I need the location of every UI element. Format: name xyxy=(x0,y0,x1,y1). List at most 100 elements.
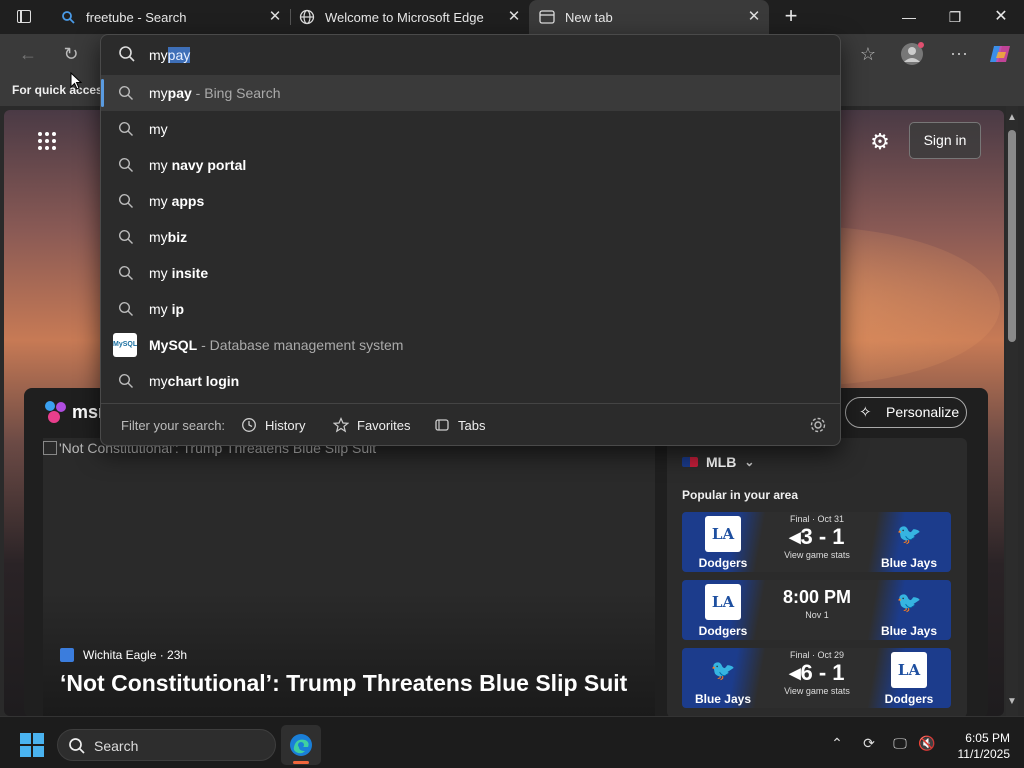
profile-avatar-icon[interactable] xyxy=(900,42,924,66)
game-status: Final · Oct 31 xyxy=(789,514,845,524)
tab-actions-button[interactable] xyxy=(10,7,38,27)
search-icon xyxy=(118,373,134,389)
suggestion-row[interactable]: my navy portal xyxy=(101,147,840,183)
close-tab-icon[interactable]: ✕ xyxy=(268,9,282,24)
close-tab-icon[interactable]: ✕ xyxy=(507,9,521,24)
sparkle-icon: ✧ xyxy=(859,404,872,421)
tabs-icon xyxy=(434,417,450,433)
suggestion-row[interactable]: mypay - Bing Search xyxy=(101,75,840,111)
mlb-logo-icon xyxy=(682,457,698,467)
search-icon xyxy=(60,9,76,25)
suggestion-text: mypay - Bing Search xyxy=(149,85,281,101)
taskbar-search-placeholder: Search xyxy=(94,738,139,754)
show-hidden-icons-chevron-icon[interactable]: ⌃ xyxy=(828,734,846,752)
suggestion-row[interactable]: MySQL MySQL - Database management system xyxy=(101,327,840,363)
game-card[interactable]: 🐦 Blue Jays Final · Oct 29 ◂6 - 1 View game… xyxy=(682,648,951,708)
game-date: Nov 1 xyxy=(805,610,829,620)
dodgers-logo-icon: LA xyxy=(705,584,741,620)
back-arrow-icon[interactable]: ← xyxy=(16,42,40,66)
personalize-button[interactable]: ✧ Personalize xyxy=(845,397,967,428)
page-settings-gear-icon[interactable]: ⚙ xyxy=(868,130,892,154)
refresh-icon[interactable]: ↻ xyxy=(59,42,83,66)
network-icon[interactable]: 🖵 xyxy=(891,734,909,752)
windows-taskbar: Search ⌃ ⟳ 🖵 🔇 6:05 PM 11/1/2025 xyxy=(0,716,1024,768)
league-selector[interactable]: MLB ⌄ xyxy=(682,454,754,470)
suggestion-row[interactable]: mychart login xyxy=(101,363,840,399)
suggestion-text: MySQL - Database management system xyxy=(149,337,404,353)
scroll-down-arrow-icon[interactable]: ▼ xyxy=(1007,696,1017,707)
active-app-indicator xyxy=(293,761,309,764)
search-icon xyxy=(118,45,136,63)
mysql-logo-icon: MySQL xyxy=(113,333,137,357)
search-icon xyxy=(118,193,134,209)
hero-source: Wichita Eagle · 23h xyxy=(60,648,187,662)
scrollbar-thumb[interactable] xyxy=(1008,130,1016,342)
sign-in-button[interactable]: Sign in xyxy=(909,122,981,159)
suggestion-text: my insite xyxy=(149,265,209,281)
blue-jays-logo-icon: 🐦 xyxy=(896,523,922,546)
search-settings-gear-icon[interactable] xyxy=(809,416,827,434)
suggestion-row[interactable]: my insite xyxy=(101,255,840,291)
globe-icon xyxy=(299,9,315,25)
filter-favorites-button[interactable]: Favorites xyxy=(332,417,410,433)
search-icon xyxy=(118,229,134,245)
tab-freetube-search[interactable]: freetube - Search ✕ xyxy=(50,0,290,34)
history-icon xyxy=(241,417,257,433)
clock-date: 11/1/2025 xyxy=(957,747,1011,761)
blue-jays-logo-icon: 🐦 xyxy=(896,591,922,614)
restore-icon[interactable]: ❐ xyxy=(932,0,978,34)
copilot-icon[interactable] xyxy=(988,42,1012,66)
filter-label: Filter your search: xyxy=(121,418,226,433)
hero-source-text: Wichita Eagle · 23h xyxy=(83,648,188,662)
suggestion-row[interactable]: my xyxy=(101,111,840,147)
apps-launcher-icon[interactable] xyxy=(38,132,58,152)
team-name: Dodgers xyxy=(698,624,748,638)
favorites-star-icon[interactable]: ☆ xyxy=(856,42,880,66)
search-icon xyxy=(118,157,134,173)
address-bar-input[interactable]: mypay xyxy=(101,35,840,75)
taskbar-search-box[interactable]: Search xyxy=(57,729,276,761)
msn-logo-icon xyxy=(44,400,70,424)
game-stats-link[interactable]: View game stats xyxy=(767,686,867,696)
edge-taskbar-button[interactable] xyxy=(281,725,321,765)
windows-start-icon[interactable] xyxy=(20,733,44,757)
league-label: MLB xyxy=(706,454,737,470)
suggestion-text: mychart login xyxy=(149,373,240,389)
close-tab-icon[interactable]: ✕ xyxy=(747,9,761,24)
filter-history-button[interactable]: History xyxy=(241,417,305,433)
team-name: Blue Jays xyxy=(694,692,752,706)
taskbar-clock[interactable]: 6:05 PM 11/1/2025 xyxy=(940,730,1011,762)
hero-headline[interactable]: ‘Not Constitutional’: Trump Threatens Bl… xyxy=(60,670,627,697)
hero-story-card[interactable]: 'Not Constitutional': Trump Threatens Bl… xyxy=(43,438,655,716)
suggestion-row[interactable]: my apps xyxy=(101,183,840,219)
suggestion-row[interactable]: mybiz xyxy=(101,219,840,255)
tab-label: Welcome to Microsoft Edge xyxy=(325,9,484,25)
volume-muted-icon[interactable]: 🔇 xyxy=(918,734,936,752)
sync-icon[interactable]: ⟳ xyxy=(860,734,878,752)
publisher-logo-icon xyxy=(60,648,74,662)
search-icon xyxy=(118,265,134,281)
more-options-icon[interactable]: ⋯ xyxy=(947,42,971,66)
team-name: Blue Jays xyxy=(880,556,938,570)
game-card[interactable]: LA Dodgers 8:00 PM Nov 1 🐦 Blue Jays xyxy=(682,580,951,640)
suggestion-text: mybiz xyxy=(149,229,188,245)
address-bar-text: mypay xyxy=(149,47,191,63)
suggestion-row[interactable]: my ip xyxy=(101,291,840,327)
game-status: Final · Oct 29 xyxy=(789,650,845,660)
game-stats-link[interactable]: View game stats xyxy=(767,550,867,560)
close-window-icon[interactable]: ✕ xyxy=(978,0,1024,34)
scroll-up-arrow-icon[interactable]: ▲ xyxy=(1007,112,1017,123)
popular-heading: Popular in your area xyxy=(682,488,799,502)
game-card[interactable]: LA Dodgers Final · Oct 31 ◂3 - 1 View game … xyxy=(682,512,951,572)
edge-icon xyxy=(289,733,313,760)
chevron-down-icon: ⌄ xyxy=(744,455,755,469)
suggestion-text: my apps xyxy=(149,193,205,209)
favorites-bar-hint: For quick access xyxy=(12,83,110,97)
minimize-icon[interactable]: — xyxy=(886,0,932,34)
tab-new-tab[interactable]: New tab ✕ xyxy=(529,0,769,34)
broken-image-icon xyxy=(43,441,57,455)
tab-welcome-edge[interactable]: Welcome to Microsoft Edge ✕ xyxy=(289,0,529,34)
address-bar-dropdown: mypay mypay - Bing Search my my navy porta… xyxy=(100,34,841,446)
filter-tabs-button[interactable]: Tabs xyxy=(434,417,485,433)
new-tab-plus-icon[interactable]: + xyxy=(779,5,803,29)
